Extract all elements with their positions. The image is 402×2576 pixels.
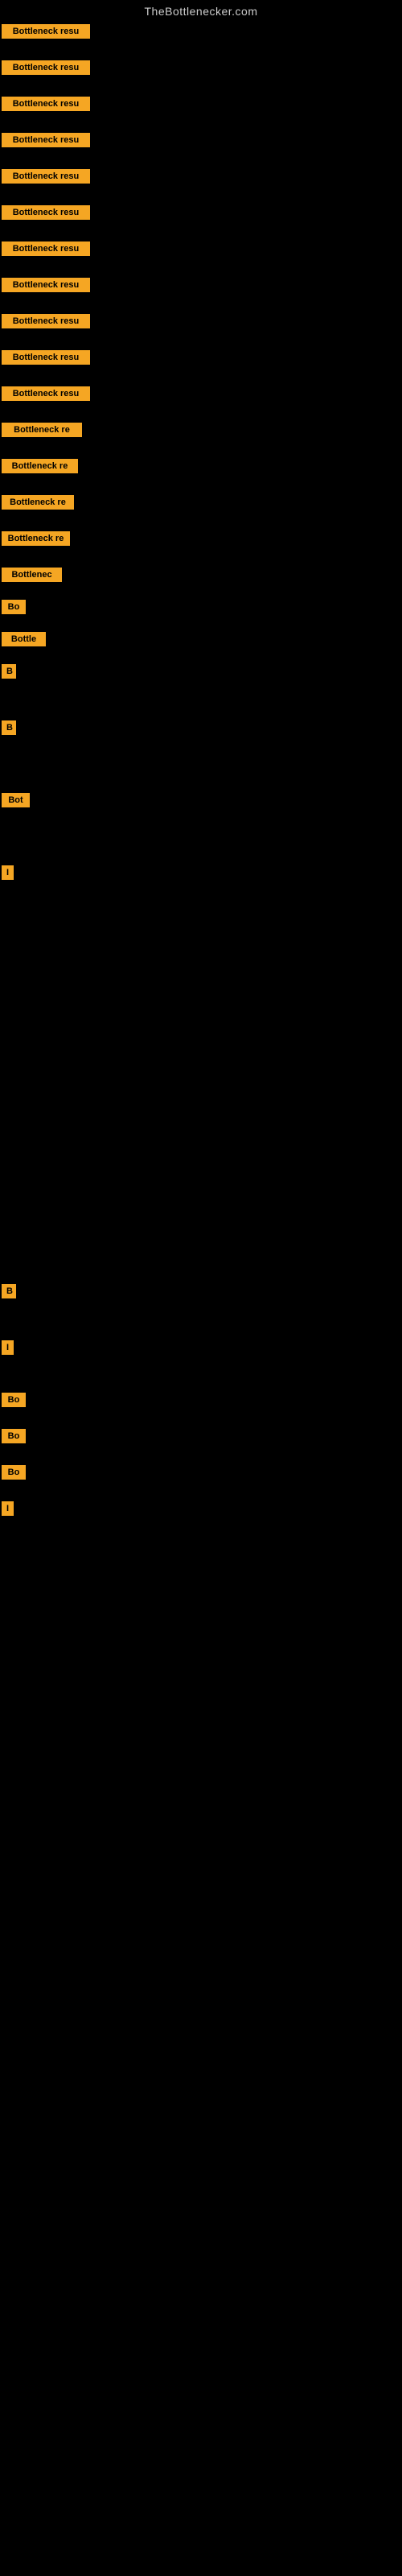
bottleneck-result-button-btn27[interactable]: Bo (2, 1465, 26, 1480)
bottleneck-result-button-btn16[interactable]: Bottlenec (2, 568, 62, 582)
bottleneck-result-button-btn21[interactable]: Bot (2, 793, 30, 807)
bottleneck-result-button-btn2[interactable]: Bottleneck resu (2, 60, 90, 75)
bottleneck-result-button-btn8[interactable]: Bottleneck resu (2, 278, 90, 292)
site-title: TheBottlenecker.com (0, 0, 402, 21)
bottleneck-result-button-btn13[interactable]: Bottleneck re (2, 459, 78, 473)
bottleneck-result-button-btn26[interactable]: Bo (2, 1429, 26, 1443)
bottleneck-result-button-btn20[interactable]: B (2, 720, 16, 735)
bottleneck-result-button-btn15[interactable]: Bottleneck re (2, 531, 70, 546)
bottleneck-result-button-btn19[interactable]: B (2, 664, 16, 679)
bottleneck-result-button-btn6[interactable]: Bottleneck resu (2, 205, 90, 220)
bottleneck-result-button-btn28[interactable]: I (2, 1501, 14, 1516)
bottleneck-result-button-btn11[interactable]: Bottleneck resu (2, 386, 90, 401)
bottleneck-result-button-btn23[interactable]: B (2, 1284, 16, 1298)
bottleneck-result-button-btn25[interactable]: Bo (2, 1393, 26, 1407)
bottleneck-result-button-btn9[interactable]: Bottleneck resu (2, 314, 90, 328)
bottleneck-result-button-btn3[interactable]: Bottleneck resu (2, 97, 90, 111)
bottleneck-result-button-btn7[interactable]: Bottleneck resu (2, 242, 90, 256)
bottleneck-result-button-btn4[interactable]: Bottleneck resu (2, 133, 90, 147)
bottleneck-result-button-btn18[interactable]: Bottle (2, 632, 46, 646)
bottleneck-result-button-btn14[interactable]: Bottleneck re (2, 495, 74, 510)
bottleneck-result-button-btn22[interactable]: I (2, 865, 14, 880)
bottleneck-result-button-btn5[interactable]: Bottleneck resu (2, 169, 90, 184)
bottleneck-result-button-btn1[interactable]: Bottleneck resu (2, 24, 90, 39)
bottleneck-result-button-btn24[interactable]: I (2, 1340, 14, 1355)
bottleneck-result-button-btn10[interactable]: Bottleneck resu (2, 350, 90, 365)
bottleneck-result-button-btn17[interactable]: Bo (2, 600, 26, 614)
bottleneck-result-button-btn12[interactable]: Bottleneck re (2, 423, 82, 437)
